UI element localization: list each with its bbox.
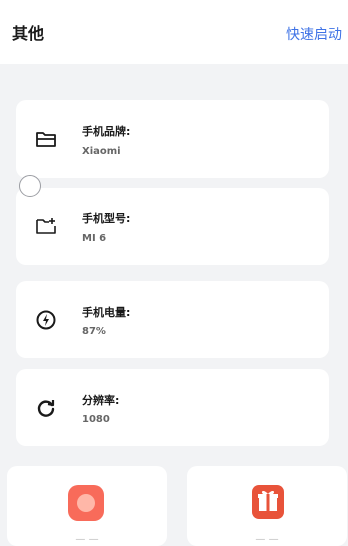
phone-model-label: 手机型号: <box>82 212 131 225</box>
phone-battery-label: 手机电量: <box>82 306 131 319</box>
record-tile[interactable]: — — <box>7 466 167 546</box>
phone-brand-value: Xiaomi <box>82 146 121 157</box>
phone-model-card[interactable]: 手机型号: MI 6 <box>16 188 329 265</box>
phone-battery-card[interactable]: 手机电量: 87% <box>16 281 329 358</box>
floating-assist-button[interactable] <box>19 175 41 197</box>
page-title: 其他 <box>12 24 45 43</box>
folder-icon <box>35 128 57 150</box>
gift-tile-caption: — — <box>255 534 279 545</box>
battery-icon <box>35 309 57 331</box>
phone-brand-card[interactable]: 手机品牌: Xiaomi <box>16 100 329 178</box>
phone-brand-label: 手机品牌: <box>82 125 131 138</box>
gift-icon <box>250 483 286 521</box>
resolution-label: 分辨率: <box>82 394 120 407</box>
folder-add-icon <box>35 214 57 236</box>
quick-launch-link[interactable]: 快速启动 <box>286 26 342 44</box>
resolution-value: 1080 <box>82 414 110 425</box>
phone-model-value: MI 6 <box>82 233 107 244</box>
record-tile-caption: — — <box>75 534 99 545</box>
resolution-card[interactable]: 分辨率: 1080 <box>16 369 329 446</box>
top-bar: 其他 快速启动 <box>0 0 348 64</box>
phone-battery-value: 87% <box>82 326 106 337</box>
record-icon <box>68 485 104 521</box>
refresh-icon <box>35 397 57 419</box>
gift-tile[interactable]: — — <box>187 466 347 546</box>
